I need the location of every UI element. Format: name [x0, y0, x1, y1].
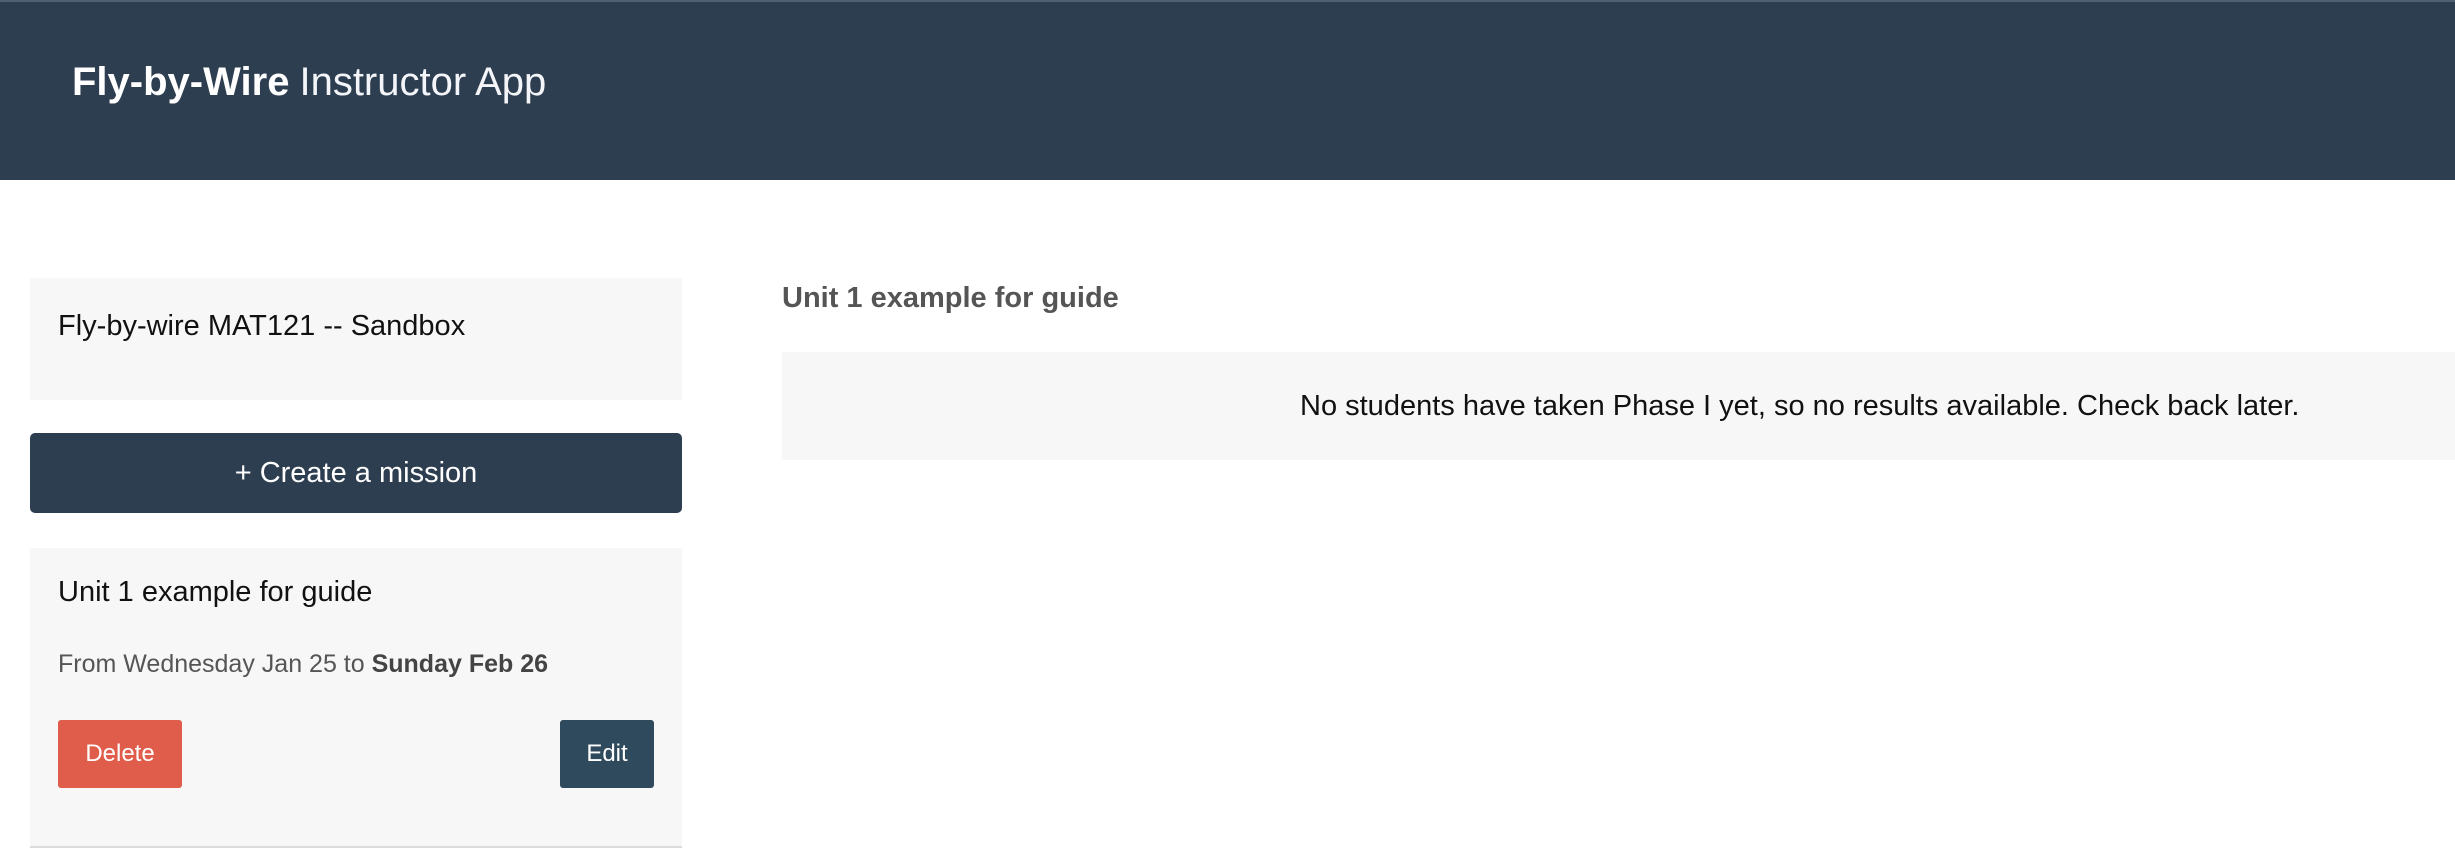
edit-mission-button[interactable]: Edit [560, 720, 654, 788]
mission-dates: From Wednesday Jan 25 to Sunday Feb 26 [58, 646, 548, 682]
empty-results-notice: No students have taken Phase I yet, so n… [782, 352, 2455, 460]
mission-dates-prefix: From Wednesday Jan 25 to [58, 650, 365, 678]
create-mission-button[interactable]: + Create a mission [30, 433, 682, 513]
brand-name: Fly-by-Wire [72, 60, 290, 104]
app-brand[interactable]: Fly-by-Wire Instructor App [72, 54, 546, 110]
course-card: Fly-by-wire MAT121 -- Sandbox [30, 278, 682, 400]
brand-subtitle: Instructor App [299, 60, 547, 104]
mission-end-date: Sunday Feb 26 [371, 650, 549, 678]
app-header: Fly-by-Wire Instructor App [0, 0, 2455, 180]
mission-card[interactable]: Unit 1 example for guide From Wednesday … [30, 548, 682, 848]
course-title: Fly-by-wire MAT121 -- Sandbox [58, 310, 466, 342]
empty-results-message: No students have taken Phase I yet, so n… [1300, 390, 2300, 422]
mission-title: Unit 1 example for guide [58, 576, 373, 608]
delete-mission-button[interactable]: Delete [58, 720, 182, 788]
mission-heading: Unit 1 example for guide [782, 282, 1119, 314]
